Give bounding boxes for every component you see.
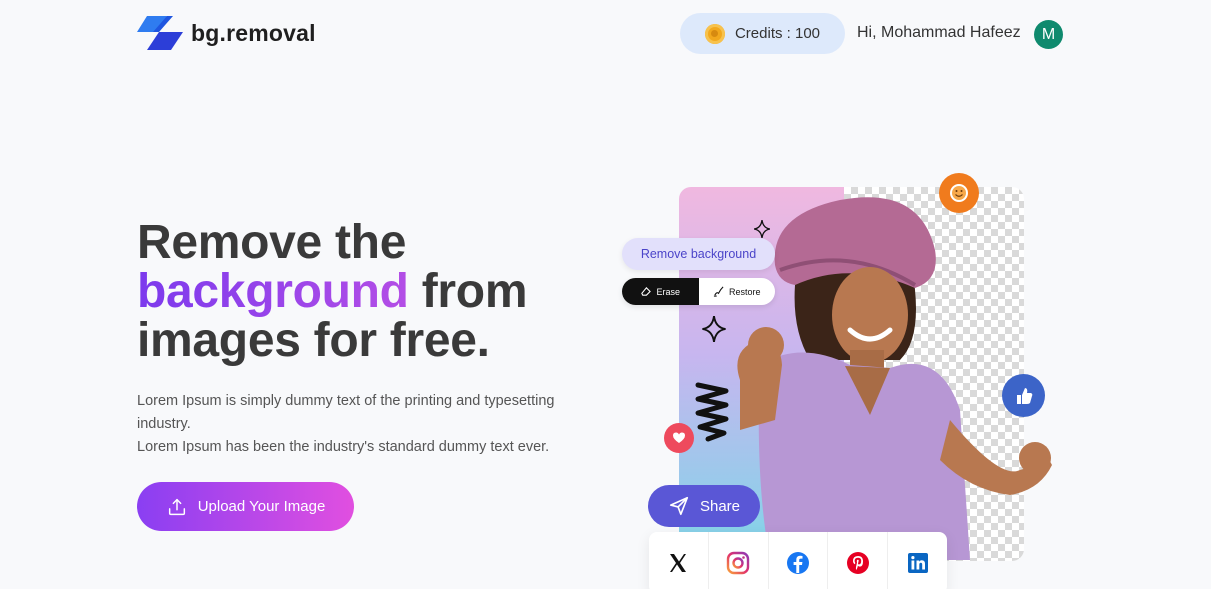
remove-background-button[interactable]: Remove background [622,238,775,270]
restore-brush-icon [713,286,724,297]
share-instagram-button[interactable] [709,532,769,589]
scribble-icon [695,382,729,442]
hero-title-accent: background [137,265,409,318]
edit-tool-group: Erase Restore [622,278,775,305]
avatar[interactable]: M [1034,20,1063,49]
linkedin-icon [907,553,928,573]
upload-image-button[interactable]: Upload Your Image [137,482,354,531]
share-linkedin-button[interactable] [888,532,947,589]
restore-label: Restore [728,286,761,297]
pinterest-icon [846,552,869,574]
upload-icon [168,498,185,515]
sparkle-icon [754,220,770,238]
erase-button[interactable]: Erase [622,278,699,305]
hero-title-after-accent: from [408,265,528,318]
facebook-icon [786,552,809,574]
upload-image-label: Upload Your Image [197,498,326,515]
logo-mark-icon [137,16,183,50]
sparkle-icon [702,316,726,342]
instagram-icon [726,551,750,575]
restore-button[interactable]: Restore [698,278,775,305]
credits-badge[interactable]: Credits : 100 [680,13,845,54]
hero-description-line1: Lorem Ipsum is simply dummy text of the … [137,393,555,432]
erase-label: Erase [656,286,680,297]
smile-icon [939,173,979,213]
hero-description-line2: Lorem Ipsum has been the industry's stan… [137,439,550,455]
credits-label: Credits : 100 [734,25,821,42]
logo[interactable]: bg.removal [137,16,316,50]
eraser-icon [641,287,652,296]
coin-icon [704,23,725,44]
logo-text: bg.removal [191,19,316,46]
send-icon [669,496,689,516]
social-share-bar [649,532,947,589]
share-button[interactable]: Share [648,485,760,527]
share-pinterest-button[interactable] [828,532,889,589]
hero-title-line3: images for free. [137,314,490,367]
heart-icon [664,423,694,453]
hero-title: Remove the background from images for fr… [137,218,607,365]
hero-title-line1: Remove the [137,216,407,269]
user-greeting: Hi, Mohammad Hafeez [857,24,1021,41]
share-x-button[interactable] [649,532,709,589]
hero-description: Lorem Ipsum is simply dummy text of the … [137,390,587,459]
x-icon [670,554,687,572]
share-label: Share [699,497,741,515]
thumbs-up-icon [1002,374,1045,417]
share-facebook-button[interactable] [769,532,829,589]
